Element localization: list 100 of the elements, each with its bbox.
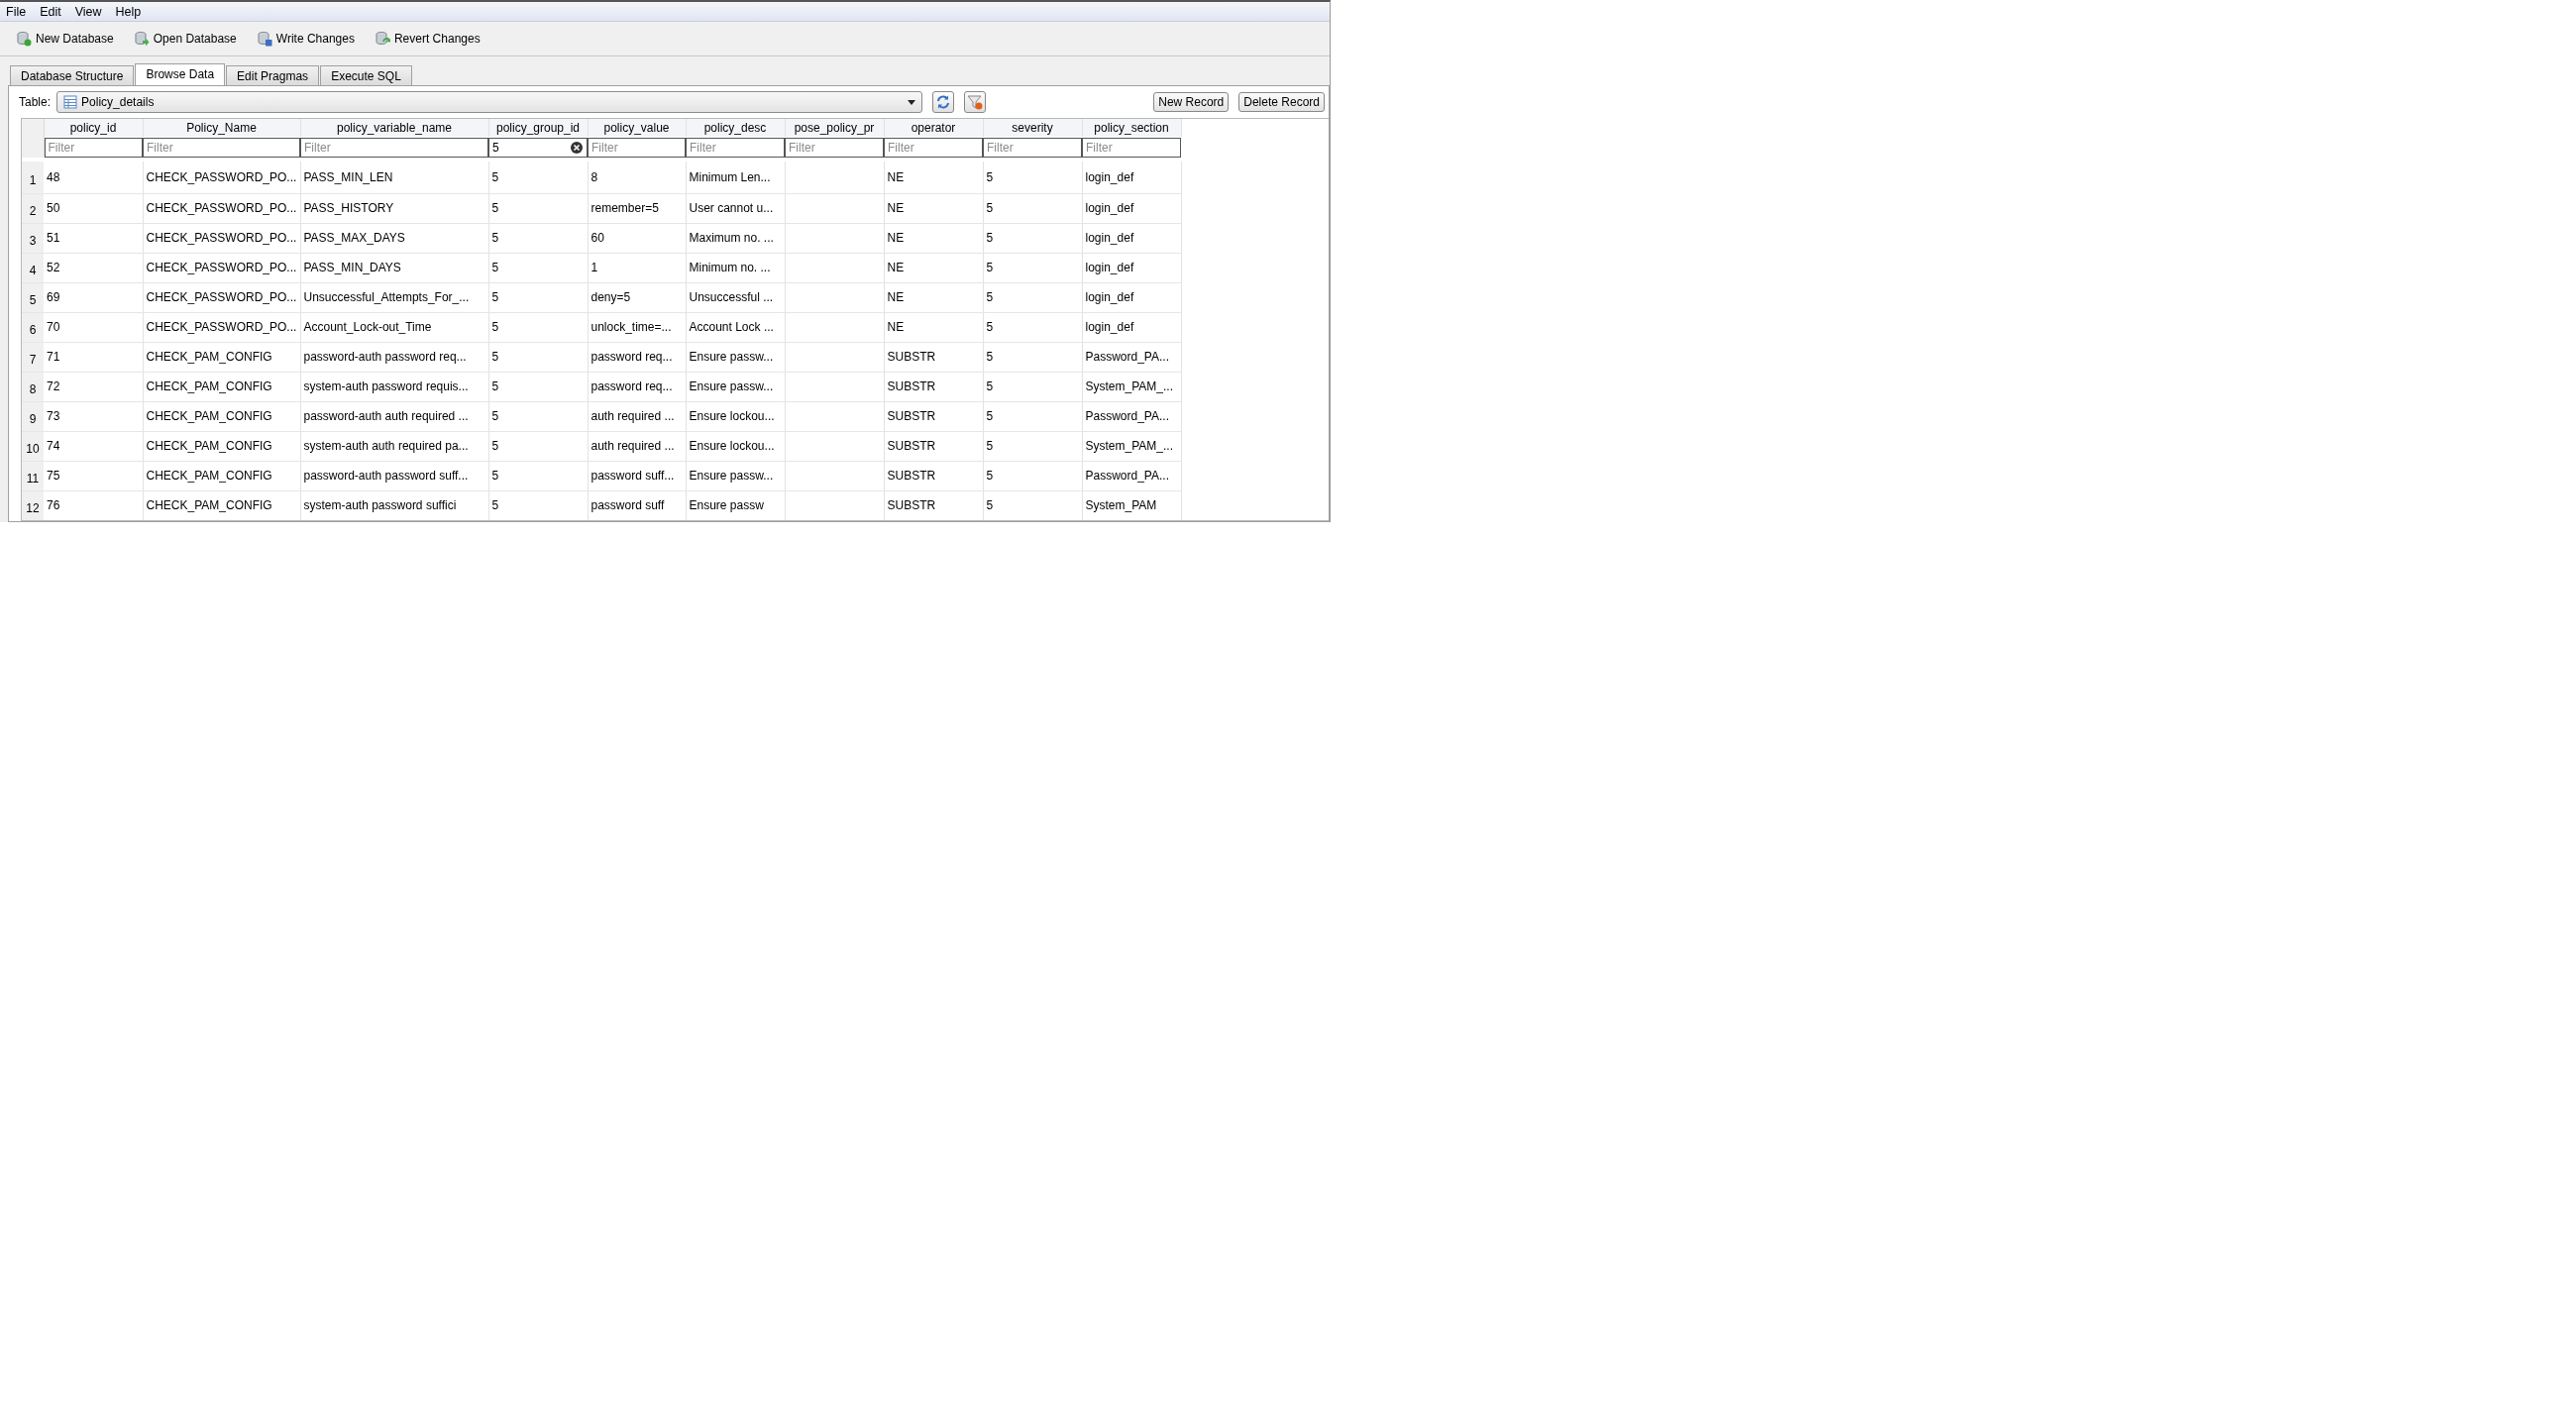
table-cell: PASS_MAX_DAYS	[303, 231, 405, 245]
table-cell: CHECK_PAM_CONFIG	[146, 409, 272, 423]
tab[interactable]: Database Structure	[10, 65, 135, 85]
table-cell: 5	[986, 350, 994, 364]
record-button[interactable]: New Record	[1153, 92, 1230, 112]
table-cell: CHECK_PAM_CONFIG	[146, 379, 272, 393]
column-header[interactable]: policy_value	[588, 119, 686, 137]
table-cell: SUBSTR	[887, 350, 936, 364]
table-cell: 1	[590, 261, 598, 274]
table-cell: password-auth auth required ...	[303, 409, 469, 423]
menu-item[interactable]: Edit	[40, 4, 61, 19]
column-header[interactable]: policy_group_id	[488, 119, 588, 137]
table-dropdown[interactable]: Policy_details	[56, 91, 923, 113]
row-number: 11	[22, 461, 44, 490]
table-cell: 5	[986, 201, 994, 215]
menu-item[interactable]: File	[6, 4, 27, 19]
menu-item[interactable]: Help	[115, 4, 142, 19]
toolbar-button[interactable]: Revert Changes	[370, 27, 490, 51]
tab[interactable]: Execute SQL	[320, 65, 412, 85]
table-cell: 52	[47, 261, 60, 274]
filter-field[interactable]: Filter	[44, 137, 143, 158]
table-cell: NE	[887, 201, 905, 215]
menu-item[interactable]: View	[74, 4, 102, 19]
row-number: 7	[22, 342, 44, 372]
table-cell: NE	[887, 231, 905, 245]
row-number: 2	[22, 193, 44, 223]
tab[interactable]: Browse Data	[135, 63, 226, 85]
table-cell: password req...	[590, 350, 673, 364]
table-cell: 70	[47, 320, 60, 334]
table-cell: unlock_time=...	[590, 320, 672, 334]
table-cell: auth required ...	[590, 409, 675, 423]
table-cell: remember=5	[590, 201, 659, 215]
table-cell: CHECK_PASSWORD_PO...	[146, 231, 297, 245]
table-cell: System_PAM	[1085, 498, 1157, 512]
filter-field[interactable]: 5	[488, 137, 588, 158]
table-cell: NE	[887, 169, 905, 184]
toolbar-button[interactable]: Open Database	[129, 27, 247, 51]
row-number: 5	[22, 282, 44, 312]
table-cell: system-auth password requis...	[303, 379, 469, 393]
toolbar-button[interactable]: New Database	[12, 27, 124, 51]
filter-field[interactable]: Filter	[300, 137, 488, 158]
clear-filters-button[interactable]	[964, 91, 987, 113]
tab[interactable]: Edit Pragmas	[226, 65, 320, 85]
filter-field[interactable]: Filter	[1082, 137, 1181, 158]
table-cell: 5	[491, 320, 499, 334]
table-cell: Ensure passw...	[689, 350, 774, 364]
column-header[interactable]: policy_section	[1082, 119, 1181, 137]
column-header[interactable]: severity	[983, 119, 1082, 137]
database-arrow-icon	[133, 31, 150, 47]
column-header[interactable]: policy_id	[44, 119, 143, 137]
caret-icon	[908, 99, 916, 105]
table-cell: SUBSTR	[887, 439, 936, 453]
table-cell: 5	[986, 231, 994, 245]
column-header[interactable]: operator	[884, 119, 983, 137]
table-cell: CHECK_PAM_CONFIG	[146, 469, 272, 483]
table-cell: 69	[47, 290, 60, 304]
filter-field[interactable]: Filter	[588, 137, 686, 158]
table-cell: PASS_MIN_DAYS	[303, 261, 401, 274]
table-cell: 5	[986, 409, 994, 423]
table-cell: Unsuccessful ...	[689, 290, 774, 304]
row-number: 1	[22, 160, 44, 193]
table-cell: 5	[491, 409, 499, 423]
table-cell: NE	[887, 261, 905, 274]
record-button[interactable]: Delete Record	[1238, 92, 1325, 112]
column-header[interactable]: pose_policy_pr	[785, 119, 884, 137]
table-cell: Account Lock ...	[689, 320, 774, 334]
table-cell: 5	[491, 261, 499, 274]
table-cell: 71	[47, 350, 60, 364]
table-cell: 5	[986, 469, 994, 483]
row-number: 4	[22, 253, 44, 282]
table-cell: SUBSTR	[887, 498, 936, 512]
filter-field[interactable]: Filter	[983, 137, 1082, 158]
row-number: 10	[22, 431, 44, 461]
column-header[interactable]: policy_variable_name	[300, 119, 488, 137]
table-cell: CHECK_PASSWORD_PO...	[146, 320, 297, 334]
table-cell: Password_PA...	[1085, 469, 1169, 483]
table-cell: 72	[47, 379, 60, 393]
column-header[interactable]: Policy_Name	[143, 119, 300, 137]
row-number: 6	[22, 312, 44, 342]
table-cell: Ensure lockou...	[689, 409, 775, 423]
table-cell: 51	[47, 231, 60, 245]
table-cell: deny=5	[590, 290, 631, 304]
filter-field[interactable]: Filter	[884, 137, 983, 158]
table-cell: 8	[590, 169, 598, 184]
table-cell: Ensure lockou...	[689, 439, 775, 453]
table-cell: Password_PA...	[1085, 350, 1169, 364]
table-cell: login_def	[1085, 261, 1134, 274]
filter-field[interactable]: Filter	[143, 137, 300, 158]
table-cell: login_def	[1085, 201, 1134, 215]
toolbar-button[interactable]: Write Changes	[252, 27, 365, 51]
table-cell: Unsuccessful_Attempts_For_...	[303, 290, 470, 304]
table-cell: 74	[47, 439, 60, 453]
table-cell: 5	[986, 379, 994, 393]
filter-field[interactable]: Filter	[686, 137, 785, 158]
row-number: 8	[22, 372, 44, 401]
column-header[interactable]: policy_desc	[686, 119, 785, 137]
filter-field[interactable]: Filter	[785, 137, 884, 158]
refresh-button[interactable]	[932, 91, 955, 113]
table-cell: Maximum no. ...	[689, 231, 774, 245]
table-cell: 75	[47, 469, 60, 483]
